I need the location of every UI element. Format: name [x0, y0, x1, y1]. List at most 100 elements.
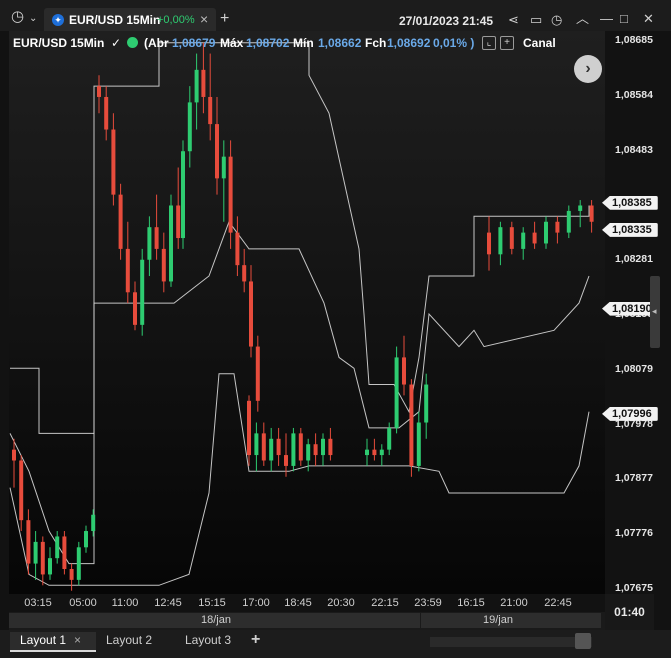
close-icon[interactable]: ✕ — [643, 12, 654, 26]
candle-body — [169, 205, 173, 282]
candle-body — [566, 210, 571, 233]
day-label-1: 18/jan — [201, 614, 231, 626]
indicator-settings-icon[interactable]: ⌞ — [482, 36, 496, 50]
price-tick-label: 1,08483 — [615, 143, 653, 156]
candle-body — [111, 129, 116, 195]
candle-body — [118, 194, 123, 249]
candle-body — [424, 384, 429, 423]
candle-body — [19, 460, 24, 521]
info-symbol: EUR/USD 15Min — [13, 36, 105, 50]
time-tick-label: 15:15 — [198, 597, 226, 609]
chevron-left-icon[interactable]: ◂ — [652, 306, 657, 317]
candle-body — [365, 449, 369, 456]
candle-body — [276, 438, 281, 456]
candle-body — [313, 444, 318, 456]
time-tick-label: 17:00 — [242, 597, 270, 609]
close-layout-icon[interactable]: × — [74, 632, 81, 648]
candle-body — [321, 438, 325, 456]
candle-body — [249, 281, 253, 347]
time-tick-label: 22:15 — [371, 597, 399, 609]
candle-body — [97, 86, 101, 97]
tab-title: EUR/USD 15Min — [69, 13, 161, 27]
candle-body — [306, 444, 311, 461]
chevron-down-icon[interactable]: ⌄ — [29, 12, 37, 26]
minimize-icon[interactable]: — — [600, 12, 613, 26]
candle-body — [147, 227, 152, 260]
candle-body — [261, 433, 266, 461]
info-close-label: Fch — [365, 36, 387, 50]
day-label-2: 19/jan — [483, 614, 513, 626]
price-marker-label: 1,08335 — [602, 222, 658, 237]
time-tick-label: 22:45 — [544, 597, 572, 609]
candle-body — [521, 232, 526, 249]
candle-body — [284, 455, 288, 466]
time-tick-label: 18:45 — [284, 597, 312, 609]
info-open-value: 1,08679 — [172, 36, 216, 50]
candle-body — [394, 357, 399, 428]
current-time: 01:40 — [605, 594, 654, 630]
candle-body — [228, 156, 233, 233]
price-tick-label: 1,07877 — [615, 472, 653, 485]
candle-body — [247, 400, 251, 456]
channel-line — [9, 220, 590, 565]
candle-body — [76, 547, 81, 580]
datetime: 27/01/2023 21:45 — [399, 14, 494, 28]
candle-body — [104, 96, 109, 130]
candle-body — [69, 569, 74, 580]
price-marker-label: 1,08385 — [602, 195, 658, 210]
candle-body — [181, 151, 185, 239]
candle-body — [91, 514, 96, 532]
add-indicator-icon[interactable]: + — [500, 36, 514, 50]
info-low-label: Mín — [293, 36, 314, 50]
history-clock-icon[interactable]: ◷ — [551, 13, 562, 27]
instrument-logo-icon: ✦ — [52, 14, 64, 26]
time-tick-label: 05:00 — [69, 597, 97, 609]
scrollbar-thumb[interactable] — [575, 633, 591, 649]
check-icon: ✓ — [111, 36, 122, 50]
candle-body — [589, 205, 594, 222]
candle-body — [487, 232, 491, 255]
info-low-value: 1,08662 — [318, 36, 362, 50]
indicator-name[interactable]: Canal — [523, 36, 556, 50]
tab-layout-2[interactable]: Layout 2 — [106, 632, 152, 650]
maximize-icon[interactable]: □ — [620, 12, 628, 26]
candle-body — [402, 357, 406, 385]
info-change-pct: 0,01% ) — [433, 36, 475, 50]
candle-body — [298, 433, 303, 461]
candle-body — [379, 449, 384, 456]
layout-1-label: Layout 1 — [20, 633, 67, 647]
candle-body — [215, 124, 219, 179]
candle-body — [255, 346, 260, 401]
candle-body — [140, 259, 145, 325]
price-tick-label: 1,08281 — [615, 253, 653, 266]
candle-body — [578, 205, 583, 211]
add-layout-button[interactable]: + — [251, 632, 260, 650]
close-tab-icon[interactable]: × — [200, 11, 208, 27]
candle-body — [387, 427, 392, 450]
share-icon[interactable]: ⋖ — [508, 13, 519, 27]
candle-body — [161, 248, 166, 282]
price-tick-label: 1,08584 — [615, 88, 653, 101]
collapse-icon[interactable]: ︿ — [576, 12, 589, 26]
clock-menu-icon[interactable]: ◷ — [11, 9, 24, 24]
layout-3-label: Layout 3 — [185, 633, 232, 647]
horizontal-scrollbar[interactable] — [430, 637, 592, 647]
tab-layout-3[interactable]: Layout 3 — [185, 632, 231, 650]
candle-body — [62, 536, 67, 570]
candle-body — [544, 221, 548, 244]
candle-body — [133, 292, 137, 325]
candle-body — [201, 69, 206, 97]
scroll-right-button[interactable]: › — [574, 55, 602, 83]
info-high-label: Máx — [220, 36, 244, 50]
new-tab-button[interactable]: + — [220, 11, 229, 27]
candle-body — [55, 536, 60, 559]
candle-body — [555, 221, 560, 233]
candle-body — [12, 449, 16, 461]
candle-body — [26, 520, 31, 564]
tab-layout-1[interactable]: Layout 1 × — [10, 632, 96, 652]
candlestick-chart[interactable] — [9, 31, 605, 594]
candle-body — [235, 232, 240, 266]
tab-change: +0,00% — [157, 14, 195, 26]
tab-eurusd-15min[interactable]: ✦ EUR/USD 15Min +0,00% × — [44, 8, 216, 32]
window-layout-icon[interactable]: ▭ — [530, 13, 542, 27]
